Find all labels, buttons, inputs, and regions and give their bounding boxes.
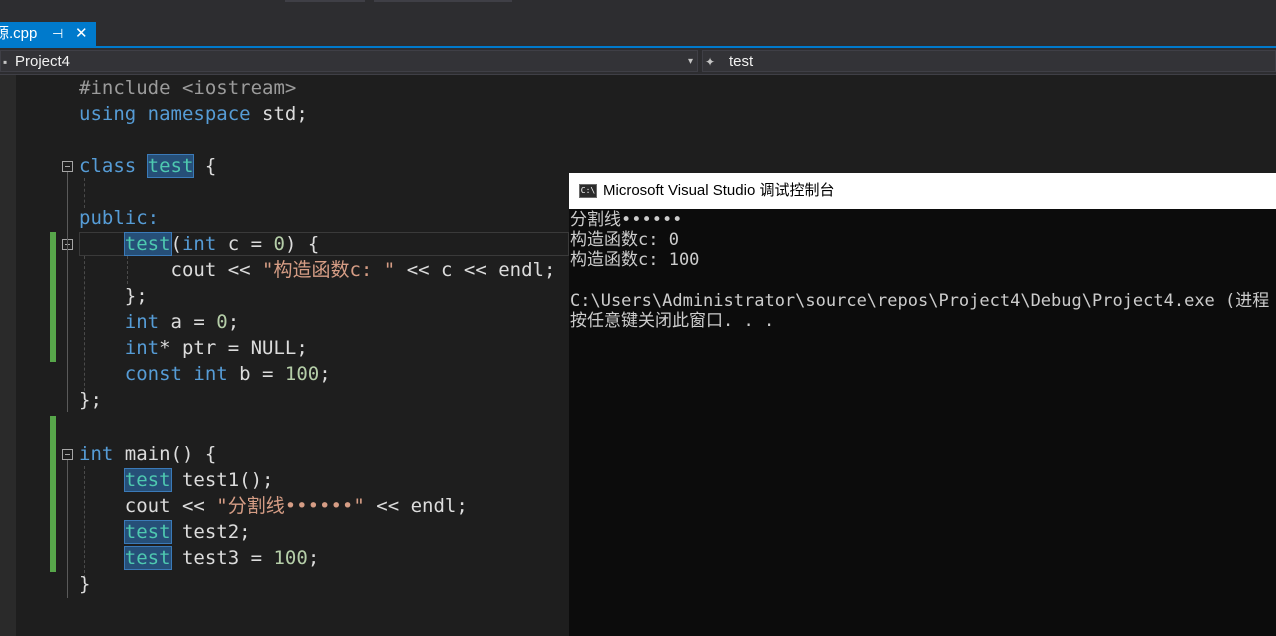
- code-line: #include <iostream>: [79, 77, 297, 99]
- code-line: test test2;: [123, 520, 251, 544]
- console-output-line: 分割线••••••: [570, 210, 683, 230]
- project-dropdown[interactable]: ▪ Project4 ▾: [0, 50, 698, 72]
- code-editor[interactable]: #include <iostream> using namespace std;…: [0, 75, 569, 636]
- console-output-line: C:\Users\Administrator\source\repos\Proj…: [570, 291, 1276, 311]
- console-title-bar[interactable]: C:\ Microsoft Visual Studio 调试控制台: [569, 173, 1276, 209]
- collapse-icon[interactable]: [62, 449, 73, 460]
- pin-icon[interactable]: ⊣: [52, 22, 63, 46]
- project-dropdown-label: Project4: [15, 53, 71, 70]
- toolbar-slot: [285, 0, 365, 2]
- console-icon: C:\: [579, 184, 597, 198]
- console-output-line: 构造函数c: 0: [570, 230, 679, 250]
- console-output-line: 构造函数c: 100: [570, 250, 700, 270]
- close-icon[interactable]: ✕: [75, 22, 88, 46]
- code-line: };: [79, 389, 102, 411]
- console-output-line: 按任意键关闭此窗口. . .: [570, 311, 775, 331]
- change-indicator: [50, 416, 56, 572]
- code-line: int a = 0;: [124, 311, 240, 333]
- code-line: const int b = 100;: [124, 363, 331, 385]
- code-line: test test3 = 100;: [123, 546, 320, 570]
- debug-console-window[interactable]: C:\ Microsoft Visual Studio 调试控制台 分割线•••…: [569, 173, 1276, 636]
- code-line: test(int c = 0) {: [123, 232, 320, 256]
- code-line: cout << "构造函数c: " << c << endl;: [170, 259, 556, 281]
- class-icon: ✦: [705, 55, 716, 69]
- outline-guide: [67, 460, 69, 598]
- code-line: int main() {: [79, 443, 217, 465]
- code-line: using namespace std;: [79, 103, 308, 125]
- title-strip: [0, 0, 1276, 22]
- code-line: }: [79, 573, 91, 595]
- project-icon: ▪: [3, 55, 8, 69]
- member-dropdown-label: test: [729, 53, 754, 70]
- outline-guide: [67, 250, 69, 310]
- code-line: public:: [79, 207, 160, 229]
- document-tab-strip: 源.cpp ⊣ ✕: [0, 22, 1276, 46]
- change-indicator: [50, 232, 56, 362]
- toolbar-slot: [374, 0, 512, 2]
- document-tab-source-cpp[interactable]: 源.cpp ⊣ ✕: [0, 22, 96, 46]
- code-line: class test {: [79, 154, 217, 178]
- code-line: test test1();: [123, 468, 274, 492]
- tab-label: 源.cpp: [0, 25, 38, 42]
- indent-guide: [84, 178, 85, 208]
- collapse-icon[interactable]: [62, 161, 73, 172]
- line-margin: [0, 75, 16, 636]
- code-line: };: [124, 285, 148, 307]
- navigation-bar: ▪ Project4 ▾ ✦ test: [0, 48, 1276, 75]
- member-dropdown[interactable]: ✦ test: [702, 50, 1276, 72]
- code-line: cout << "分割线••••••" << endl;: [124, 495, 468, 517]
- code-line: int* ptr = NULL;: [124, 337, 308, 359]
- chevron-down-icon[interactable]: ▾: [688, 51, 693, 73]
- console-title: Microsoft Visual Studio 调试控制台: [603, 182, 835, 199]
